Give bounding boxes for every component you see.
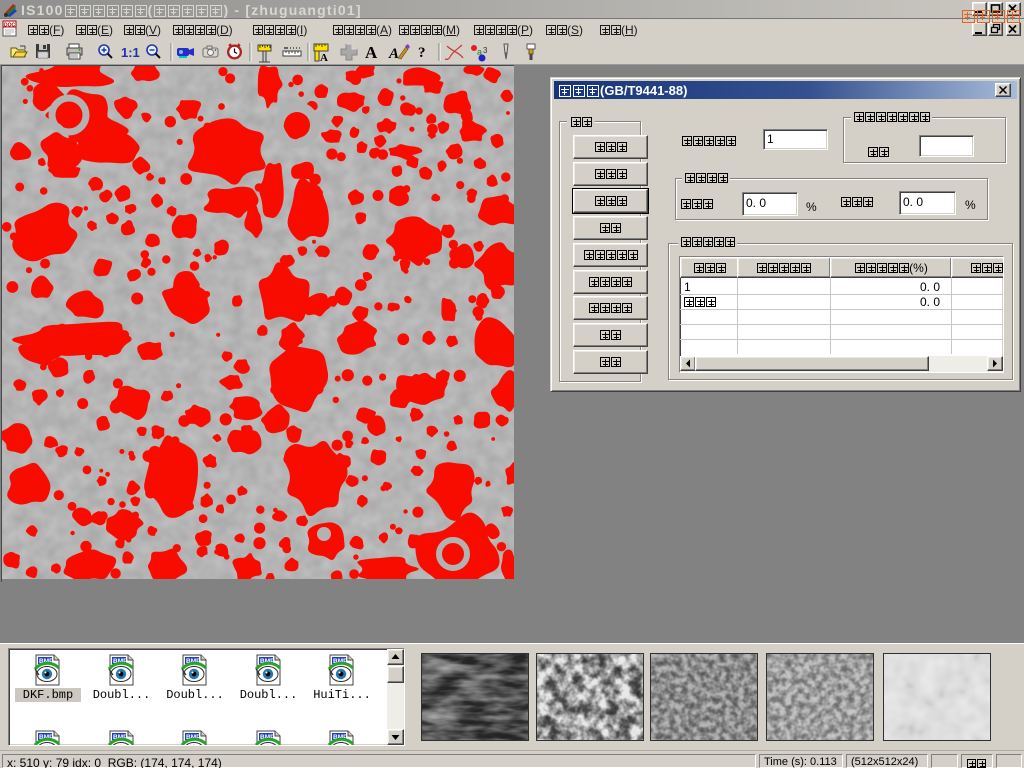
svg-text:A: A (320, 52, 328, 64)
svg-text:3: 3 (483, 46, 488, 55)
svg-text:1:1: 1:1 (121, 45, 140, 60)
svg-text:A: A (388, 46, 399, 62)
svg-text:A: A (365, 43, 378, 62)
svg-text:DOC: DOC (4, 23, 16, 29)
svg-text:?: ? (418, 45, 426, 61)
